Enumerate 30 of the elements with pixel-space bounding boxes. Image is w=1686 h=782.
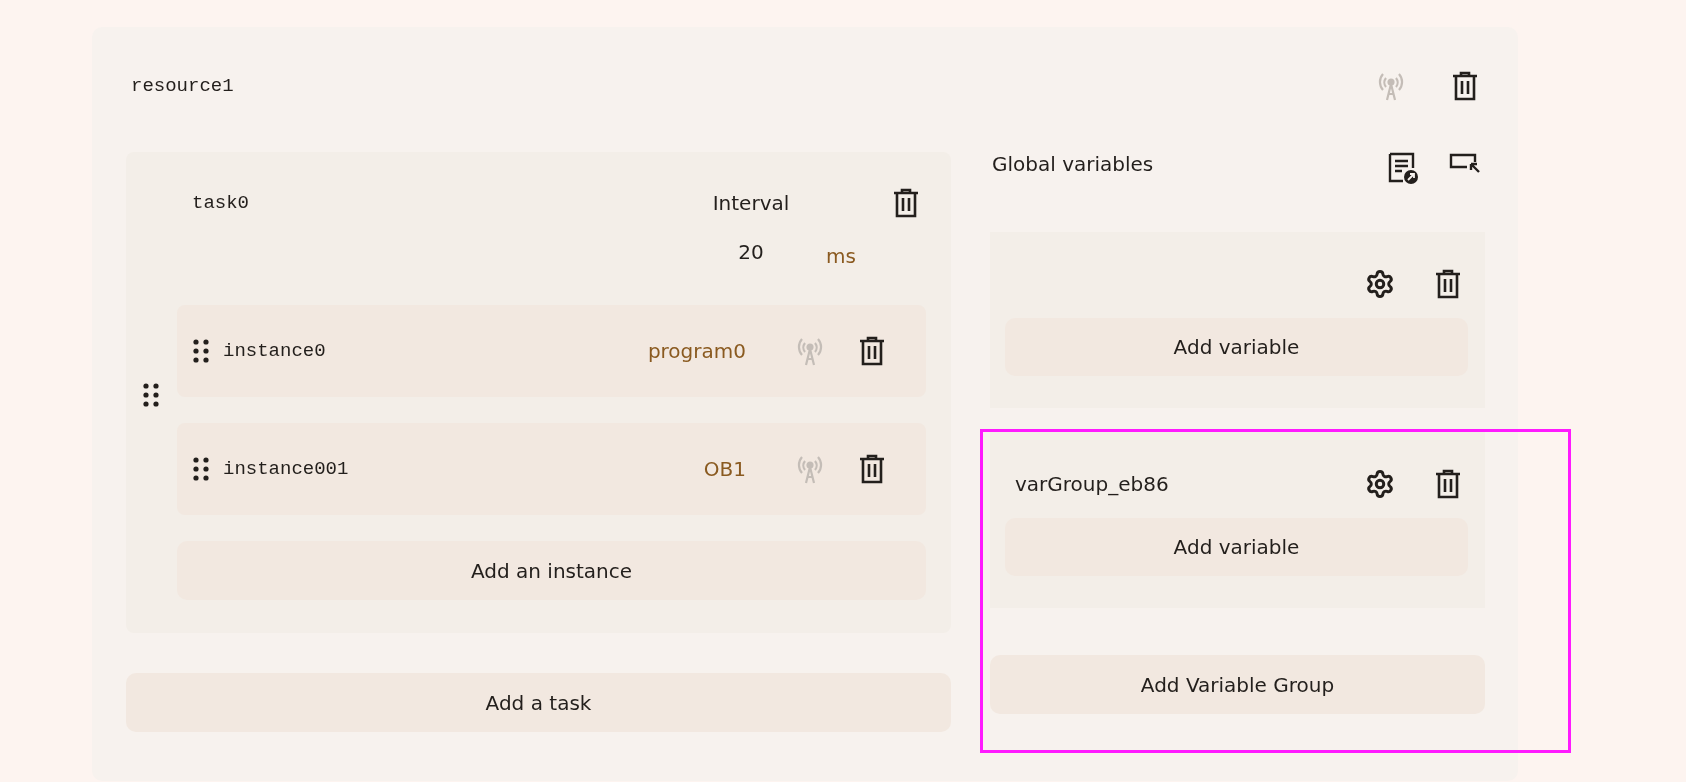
- document-arrow-icon: [1387, 152, 1419, 184]
- drag-handle-icon[interactable]: [193, 457, 209, 481]
- add-task-button[interactable]: Add a task: [126, 673, 951, 732]
- program-name: OB1: [703, 457, 746, 481]
- trash-icon: [1452, 71, 1478, 101]
- settings-icon: [1365, 469, 1395, 499]
- add-instance-button[interactable]: Add an instance: [177, 541, 926, 600]
- add-variable-button[interactable]: Add variable: [1005, 318, 1468, 376]
- add-variable-group-button[interactable]: Add Variable Group: [990, 655, 1485, 714]
- group-name: varGroup_eb86: [1015, 472, 1170, 496]
- resource-name: resource1: [131, 75, 234, 97]
- trash-icon: [1435, 469, 1461, 499]
- program-name: program0: [647, 339, 746, 363]
- trash-icon: [1435, 269, 1461, 299]
- interval-unit: ms: [826, 244, 857, 268]
- drag-handle-icon[interactable]: [143, 383, 159, 407]
- add-variable-button[interactable]: Add variable: [1005, 518, 1468, 576]
- trash-icon: [859, 336, 885, 366]
- interval-value: 20: [737, 240, 765, 264]
- trash-icon: [859, 454, 885, 484]
- interval-label: Interval: [711, 191, 791, 215]
- instance-row[interactable]: instance001 OB1: [177, 423, 926, 515]
- instance-name: instance001: [223, 458, 349, 480]
- task-name: task0: [192, 192, 250, 214]
- instance-row[interactable]: instance0 program0: [177, 305, 926, 397]
- section-title: Global variables: [992, 152, 1155, 176]
- drag-handle-icon[interactable]: [193, 339, 209, 363]
- trash-icon: [893, 188, 919, 218]
- settings-icon: [1365, 269, 1395, 299]
- instance-name: instance0: [223, 340, 326, 362]
